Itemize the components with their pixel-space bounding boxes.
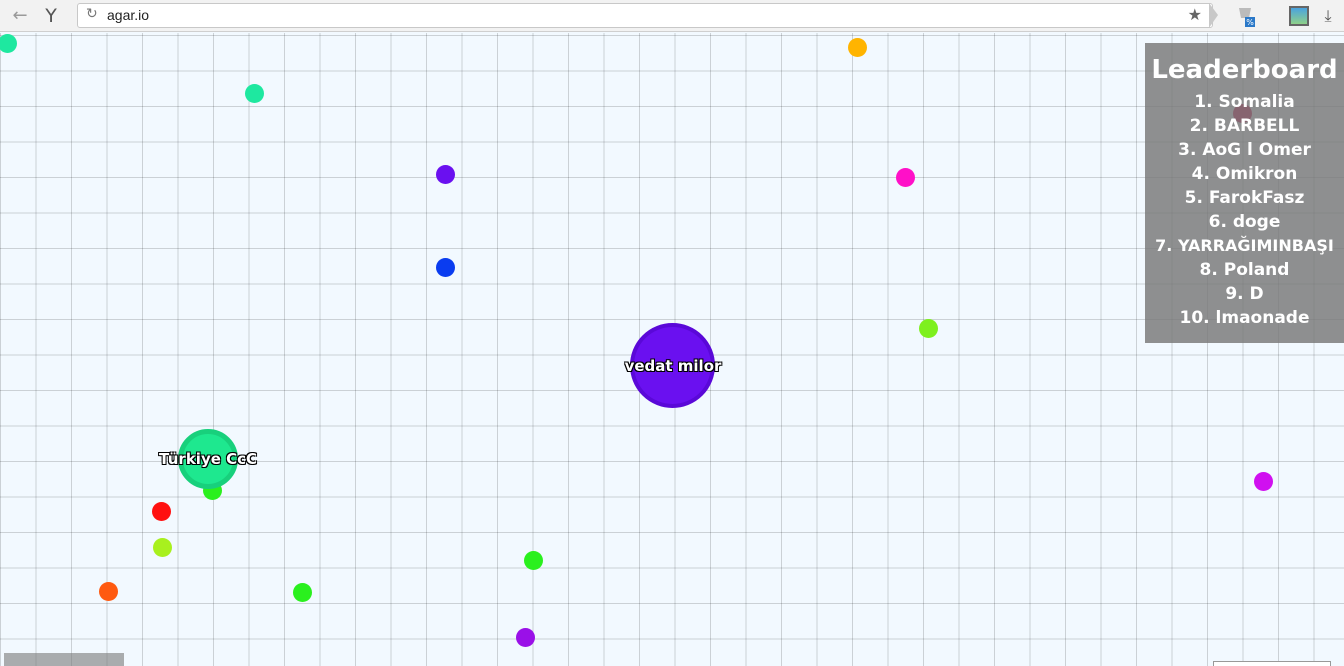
food-pellet <box>436 258 455 277</box>
food-pellet <box>1254 472 1273 491</box>
leaderboard-entry: 1. Somalia <box>1194 92 1295 112</box>
svg-text:%: % <box>1246 18 1254 27</box>
food-pellet <box>896 168 915 187</box>
leaderboard-panel: Leaderboard 1. Somalia 2. BARBELL 3. AoG… <box>1145 43 1344 343</box>
minimap-panel <box>1213 661 1331 666</box>
leaderboard-list: 1. Somalia 2. BARBELL 3. AoG l Omer 4. O… <box>1145 90 1344 330</box>
reload-icon[interactable]: ↻ <box>86 6 98 22</box>
food-pellet <box>152 502 171 521</box>
download-icon[interactable]: ⤓ <box>1318 6 1338 26</box>
game-canvas[interactable]: vedat milor Türkiye CcC <box>0 33 1344 666</box>
leaderboard-entry: 10. lmaonade <box>1179 308 1310 328</box>
food-pellet <box>293 583 312 602</box>
leaderboard-entry: 7. YARRAĞIMINBAŞI <box>1155 236 1334 255</box>
address-bar-tip <box>1209 3 1218 28</box>
leaderboard-entry: 6. doge <box>1208 212 1281 232</box>
browser-logo[interactable]: Y <box>40 5 62 27</box>
food-pellet <box>245 84 264 103</box>
player-name-label: vedat milor <box>624 357 722 375</box>
food-pellet <box>99 582 118 601</box>
leaderboard-title: Leaderboard <box>1151 55 1338 85</box>
food-pellet <box>524 551 543 570</box>
leaderboard-entry: 8. Poland <box>1199 260 1290 280</box>
back-arrow-icon[interactable]: ← <box>9 5 31 27</box>
score-panel <box>4 653 124 666</box>
food-pellet <box>0 34 17 53</box>
food-pellet <box>516 628 535 647</box>
food-pellet <box>436 165 455 184</box>
leaderboard-entry: 5. FarokFasz <box>1184 188 1305 208</box>
browser-toolbar: ← Y ↻ agar.io ★ % ⤓ <box>0 0 1344 32</box>
leaderboard-entry: 2. BARBELL <box>1189 116 1300 136</box>
leaderboard-entry: 9. D <box>1225 284 1264 304</box>
star-icon[interactable]: ★ <box>1188 5 1202 24</box>
food-pellet <box>919 319 938 338</box>
url-text[interactable]: agar.io <box>107 7 149 23</box>
image-extension-icon[interactable] <box>1289 6 1309 26</box>
leaderboard-entry: 4. Omikron <box>1191 164 1298 184</box>
player-name-label: Türkiye CcC <box>158 450 258 468</box>
food-pellet <box>153 538 172 557</box>
leaderboard-entry: 3. AoG l Omer <box>1178 140 1311 160</box>
food-pellet <box>848 38 867 57</box>
sale-extension-icon[interactable]: % <box>1236 6 1256 27</box>
address-bar[interactable]: ↻ agar.io ★ <box>77 3 1213 28</box>
